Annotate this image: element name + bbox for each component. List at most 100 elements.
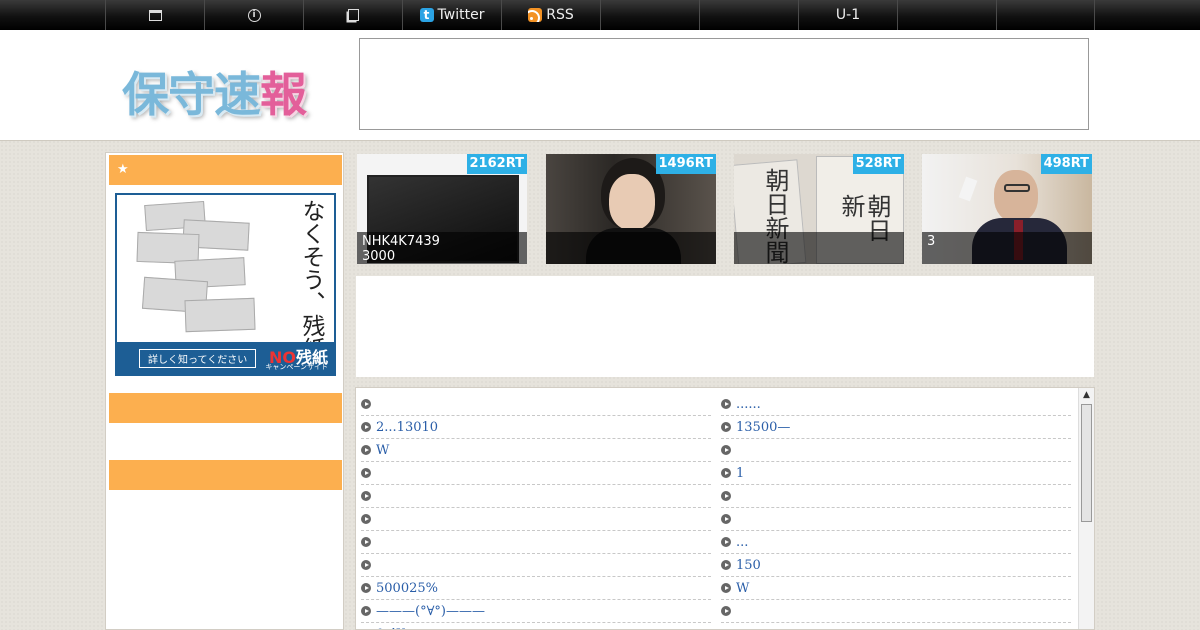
play-bullet-icon — [361, 491, 371, 501]
scroll-thumb[interactable] — [1081, 404, 1092, 522]
headline-item[interactable]: 500025% — [361, 577, 711, 600]
play-bullet-icon — [721, 560, 731, 570]
nav-item-6[interactable] — [600, 0, 699, 30]
sidebar-section-3-title — [109, 460, 342, 490]
play-bullet-icon — [361, 560, 371, 570]
play-bullet-icon — [361, 399, 371, 409]
rt-count-badge: 498RT — [1040, 154, 1092, 174]
nav-twitter-label: Twitter — [437, 7, 485, 23]
nav-item-10[interactable] — [996, 0, 1095, 30]
article-thumbnail[interactable]: 1496RT — [546, 154, 716, 264]
headline-list: 2...13010 W 500025% ———(°∀°)——— 0.4¥ ...... 1… — [355, 387, 1095, 630]
play-bullet-icon — [721, 399, 731, 409]
play-bullet-icon — [361, 537, 371, 547]
play-bullet-icon — [721, 537, 731, 547]
nav-item-9[interactable] — [897, 0, 996, 30]
headline-item[interactable] — [721, 485, 1071, 508]
nav-u1[interactable]: U-1 — [798, 0, 897, 30]
rt-count-badge: 2162RT — [466, 154, 527, 174]
headline-item[interactable]: 2...13010 — [361, 416, 711, 439]
headline-item[interactable] — [361, 554, 711, 577]
top-nav: i t Twitter RSS U-1 — [0, 0, 1200, 30]
banner-headline: なくそう、残紙 — [298, 199, 324, 360]
rss-icon — [528, 8, 543, 22]
play-bullet-icon — [361, 606, 371, 616]
headline-item[interactable]: 0.4¥ — [361, 623, 711, 630]
home-icon — [148, 9, 162, 21]
nav-home[interactable] — [105, 0, 204, 30]
play-bullet-icon — [721, 514, 731, 524]
nav-twitter[interactable]: t Twitter — [402, 0, 501, 30]
headline-item[interactable]: ... — [721, 531, 1071, 554]
play-bullet-icon — [361, 422, 371, 432]
rt-count-badge: 528RT — [852, 154, 904, 174]
sidebar: ★ なくそう、残紙 詳しく知ってください NO残紙 キャンペーンサイト — [105, 152, 344, 630]
scroll-up-icon[interactable]: ▲ — [1079, 388, 1094, 402]
play-bullet-icon — [721, 468, 731, 478]
headline-item[interactable]: ...... — [721, 393, 1071, 416]
thumbnail-caption: NHK4K7439 3000 — [357, 232, 527, 264]
nav-rss[interactable]: RSS — [501, 0, 600, 30]
nav-item-7[interactable] — [699, 0, 798, 30]
sidebar-section-title: ★ — [109, 155, 342, 185]
play-bullet-icon — [721, 606, 731, 616]
headline-text: ...... — [736, 396, 761, 412]
play-bullet-icon — [361, 514, 371, 524]
headline-text: 13500— — [736, 419, 791, 435]
headline-item[interactable] — [721, 439, 1071, 462]
twitter-icon: t — [419, 8, 434, 22]
play-bullet-icon — [721, 491, 731, 501]
headline-item[interactable] — [361, 508, 711, 531]
content-ad-slot — [356, 276, 1094, 377]
headline-item[interactable] — [361, 485, 711, 508]
headline-column-right: ...... 13500— 1... 150 W — [721, 393, 1071, 629]
sidebar-section-2-title — [109, 393, 342, 423]
play-bullet-icon — [361, 468, 371, 478]
headline-text: 150 — [736, 557, 761, 573]
headline-text: 0.4¥ — [376, 627, 405, 630]
headline-text: 2...13010 — [376, 419, 439, 435]
no-zanshi-banner[interactable]: なくそう、残紙 詳しく知ってください NO残紙 キャンペーンサイト — [115, 193, 336, 376]
play-bullet-icon — [361, 445, 371, 455]
headline-text: W — [376, 442, 390, 458]
banner-more-button[interactable]: 詳しく知ってください — [139, 349, 257, 368]
headline-item[interactable]: 1 — [721, 462, 1071, 485]
article-thumbnail[interactable]: 2162RT NHK4K7439 3000 — [357, 154, 527, 264]
nav-u1-label: U-1 — [835, 7, 861, 23]
play-bullet-icon — [361, 583, 371, 593]
rt-count-badge: 1496RT — [655, 154, 716, 174]
banner-campaign: キャンペーンサイト — [265, 363, 328, 371]
headline-text: ... — [736, 534, 749, 550]
headline-item[interactable] — [721, 600, 1071, 623]
headline-item[interactable]: ———(°∀°)——— — [361, 600, 711, 623]
headline-text: 1 — [736, 465, 745, 481]
scrollbar[interactable]: ▲ — [1078, 388, 1094, 629]
play-bullet-icon — [721, 583, 731, 593]
thumbnail-caption: 3 — [922, 232, 1092, 264]
headline-item[interactable] — [361, 462, 711, 485]
headline-item[interactable]: 150 — [721, 554, 1071, 577]
play-bullet-icon — [721, 422, 731, 432]
thumbnail-caption — [546, 232, 716, 264]
headline-text: W — [736, 580, 750, 596]
headline-item[interactable] — [361, 393, 711, 416]
headline-item[interactable]: 13500— — [721, 416, 1071, 439]
info-icon: i — [247, 8, 261, 22]
site-header: 保守速報 — [0, 30, 1200, 141]
play-bullet-icon — [721, 445, 731, 455]
headline-item[interactable]: W — [721, 577, 1071, 600]
headline-column-left: 2...13010 W 500025% ———(°∀°)——— 0.4¥ — [361, 393, 711, 630]
headline-item[interactable] — [721, 623, 1071, 629]
headline-item[interactable]: W — [361, 439, 711, 462]
article-thumbnail[interactable]: 朝日新聞 朝日新 528RT — [734, 154, 904, 264]
headline-item[interactable] — [721, 508, 1071, 531]
pages-icon — [347, 9, 359, 21]
nav-info[interactable]: i — [204, 0, 303, 30]
headline-text: 500025% — [376, 580, 438, 596]
header-ad-slot — [359, 38, 1089, 130]
nav-pages[interactable] — [303, 0, 402, 30]
banner-strip: 詳しく知ってください NO残紙 キャンペーンサイト — [117, 342, 334, 374]
site-logo[interactable]: 保守速報 — [122, 56, 307, 125]
headline-item[interactable] — [361, 531, 711, 554]
article-thumbnail[interactable]: 498RT 3 — [922, 154, 1092, 264]
